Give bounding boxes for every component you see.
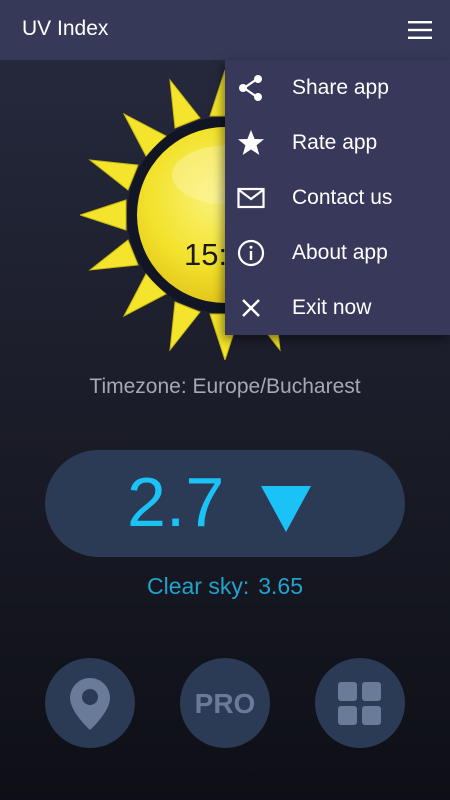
menu-item-share-app[interactable]: Share app	[225, 60, 450, 115]
timezone-label: Timezone:	[89, 375, 187, 398]
star-icon	[238, 130, 264, 155]
app-title: UV Index	[22, 17, 109, 40]
menu-item-label: Contact us	[292, 186, 393, 209]
uv-index-value: 2.7	[127, 463, 225, 541]
timezone-value: Europe/Bucharest	[192, 375, 361, 398]
apps-button[interactable]	[315, 658, 405, 748]
clear-sky-text: Clear sky: 3.65	[0, 573, 450, 600]
overflow-menu: Share app Rate app Contact us About app …	[225, 60, 450, 335]
clear-sky-label: Clear sky:	[146, 573, 250, 599]
apps-grid-icon	[338, 682, 381, 725]
menu-item-contact-us[interactable]: Contact us	[225, 170, 450, 225]
uv-index-card: 2.7	[45, 450, 405, 557]
menu-item-label: Share app	[292, 76, 389, 99]
menu-item-about-app[interactable]: About app	[225, 225, 450, 280]
info-icon	[237, 239, 265, 267]
clear-sky-value: 3.65	[258, 573, 303, 599]
share-icon	[239, 75, 262, 101]
menu-item-label: About app	[292, 241, 388, 264]
hamburger-menu-icon[interactable]	[406, 18, 434, 42]
menu-item-label: Rate app	[292, 131, 378, 154]
menu-item-rate-app[interactable]: Rate app	[225, 115, 450, 170]
location-pin-icon	[70, 678, 110, 730]
pro-label: PRO	[194, 688, 256, 719]
mail-icon	[237, 187, 265, 209]
down-arrow-icon	[261, 486, 311, 532]
timezone-text: Timezone: Europe/Bucharest	[0, 375, 450, 399]
menu-item-exit-now[interactable]: Exit now	[225, 280, 450, 335]
close-icon	[242, 299, 260, 317]
location-button[interactable]	[45, 658, 135, 748]
menu-item-label: Exit now	[292, 296, 372, 319]
app-bar: UV Index	[0, 0, 450, 60]
pro-button[interactable]: PRO	[180, 658, 270, 748]
